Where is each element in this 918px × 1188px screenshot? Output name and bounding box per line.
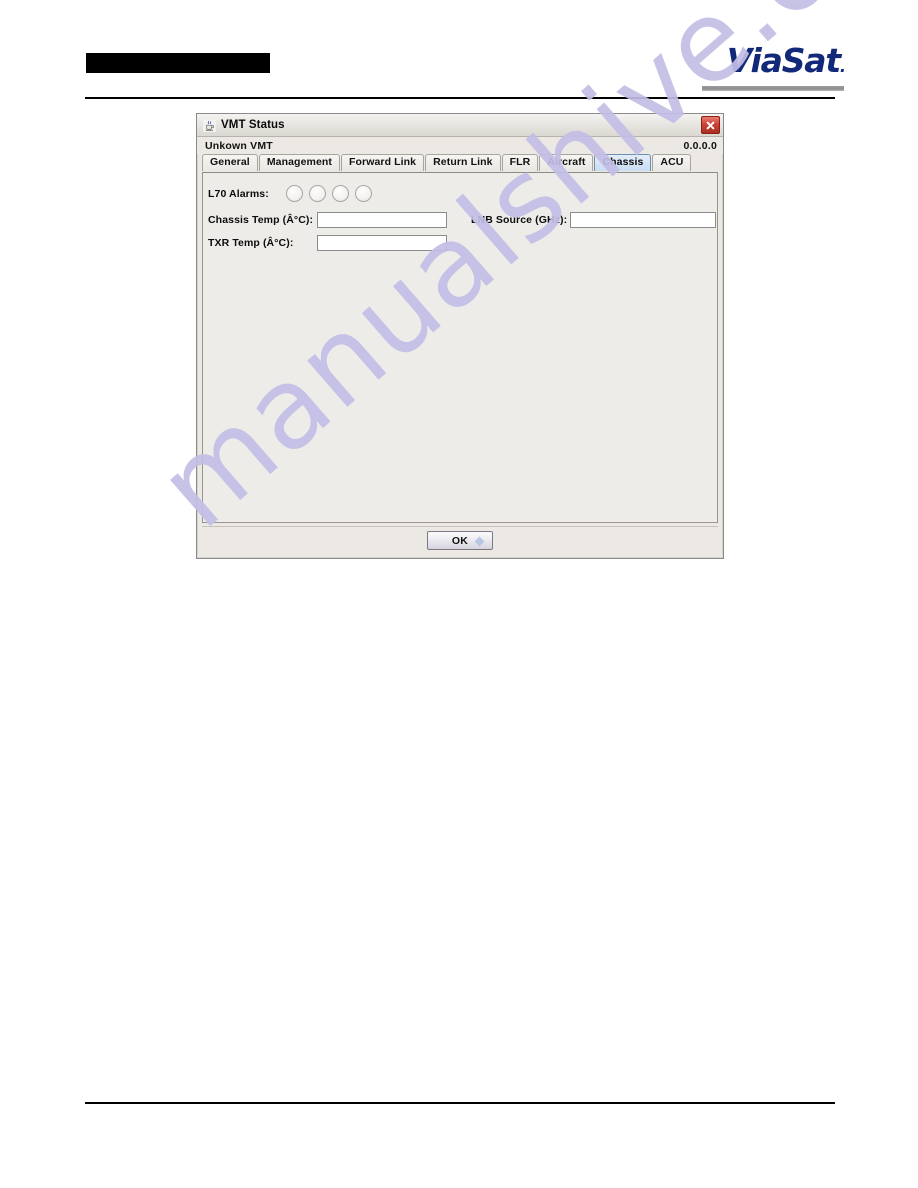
tab-strip: General Management Forward Link Return L…	[197, 154, 723, 171]
ok-button[interactable]: OK	[427, 531, 493, 550]
dialog-button-bar: OK	[202, 526, 718, 554]
chassis-form: L70 Alarms: Chassis Temp (Â°C): TXR Temp…	[203, 173, 717, 522]
lnb-source-row: LNB Source (GHz):	[471, 212, 716, 228]
chassis-temp-input[interactable]	[317, 212, 447, 228]
txr-temp-row: TXR Temp (Â°C):	[208, 235, 447, 251]
tab-chassis[interactable]: Chassis	[594, 154, 652, 171]
tab-acu[interactable]: ACU	[652, 154, 692, 171]
device-ip-address: 0.0.0.0	[683, 139, 717, 152]
ok-button-label: OK	[451, 534, 469, 547]
dialog-title: VMT Status	[221, 119, 285, 131]
txr-temp-input[interactable]	[317, 235, 447, 251]
close-icon	[706, 121, 715, 129]
tab-general[interactable]: General	[202, 154, 258, 171]
alarm-led-3[interactable]	[331, 185, 349, 202]
viasat-logo-trademark: .	[839, 57, 846, 76]
java-cup-icon	[203, 118, 216, 132]
device-name-label: Unkown VMT	[205, 139, 273, 152]
chassis-temp-row: Chassis Temp (Â°C):	[208, 212, 447, 228]
lnb-source-label: LNB Source (GHz):	[471, 214, 568, 226]
dialog-titlebar[interactable]: VMT Status	[197, 114, 723, 137]
chassis-temp-label: Chassis Temp (Â°C):	[208, 214, 314, 226]
viasat-logo: ViaSat.	[727, 44, 846, 77]
footer-divider-rule	[85, 1102, 835, 1104]
ok-button-diamond-icon	[474, 536, 485, 547]
tab-return-link[interactable]: Return Link	[425, 154, 501, 171]
lnb-source-input[interactable]	[570, 212, 716, 228]
document-page: ViaSat. VMT Status Unkown VMT 0.0.0.0 Ge…	[0, 0, 918, 1188]
close-button[interactable]	[701, 116, 720, 134]
l70-alarm-indicator-group	[285, 185, 372, 202]
tab-forward-link[interactable]: Forward Link	[341, 154, 425, 171]
l70-alarms-row: L70 Alarms:	[208, 185, 372, 202]
txr-temp-label: TXR Temp (Â°C):	[208, 237, 294, 249]
alarm-led-1[interactable]	[285, 185, 303, 202]
viasat-logo-text: ViaSat	[726, 41, 841, 80]
l70-alarms-label: L70 Alarms:	[208, 187, 269, 200]
alarm-led-4[interactable]	[354, 185, 372, 202]
tab-flr[interactable]: FLR	[501, 154, 539, 171]
chassis-tab-panel: L70 Alarms: Chassis Temp (Â°C): TXR Temp…	[202, 172, 718, 523]
titlebar-left-group: VMT Status	[203, 118, 285, 132]
logo-underline-bar	[702, 86, 844, 91]
redacted-header-text	[86, 53, 270, 73]
header-divider-rule	[85, 97, 835, 99]
vmt-status-dialog: VMT Status Unkown VMT 0.0.0.0 General Ma…	[196, 113, 724, 559]
alarm-led-2[interactable]	[308, 185, 326, 202]
dialog-subheader: Unkown VMT 0.0.0.0	[197, 137, 723, 154]
tab-management[interactable]: Management	[258, 154, 340, 171]
tab-aircraft[interactable]: Aircraft	[539, 154, 594, 171]
